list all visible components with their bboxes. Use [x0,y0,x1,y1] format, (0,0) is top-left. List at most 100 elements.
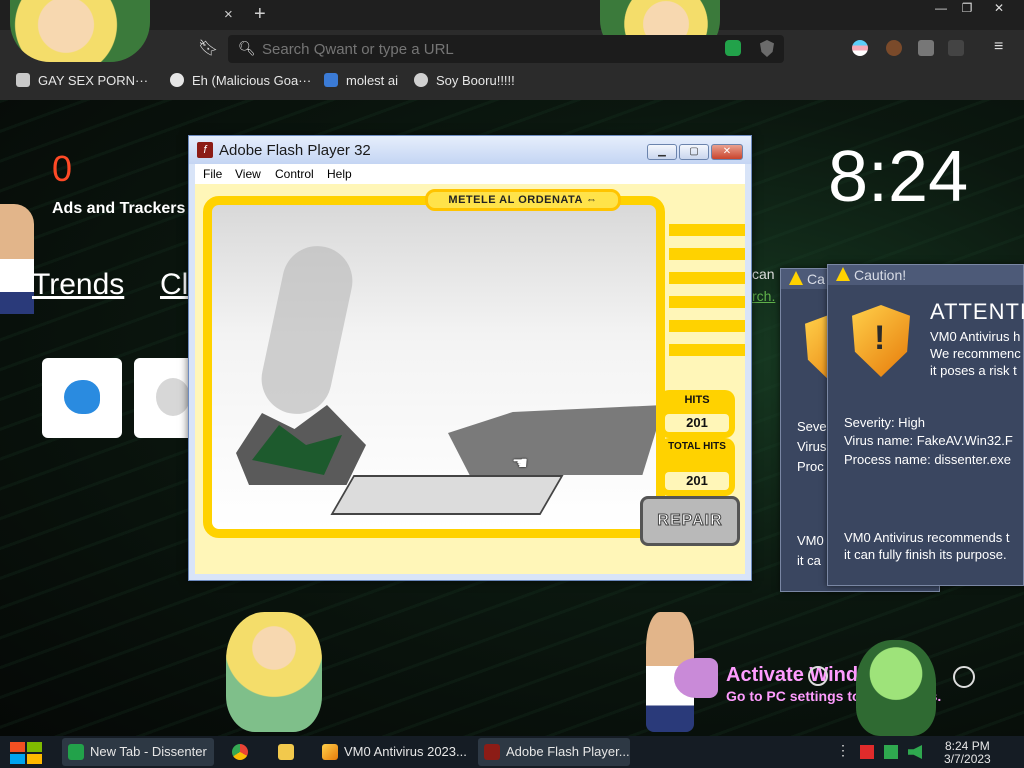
minimize-button[interactable]: ▁ [647,144,677,160]
globe-icon [170,73,184,87]
recommend-text-2: it can fully finish its purpose. [844,547,1007,562]
severity-label: Severity: High [844,415,925,430]
dissenter-icon[interactable] [725,40,741,56]
recommend-text-2: it ca [797,553,821,568]
chrome-icon [232,744,248,760]
menu-bar: File View Control Help [195,164,745,184]
folder-icon [278,744,294,760]
address-bar[interactable]: 🔍︎ [228,35,784,63]
side-text: can [752,266,775,282]
flash-stage[interactable]: ☚ METELE AL ORDENATA ⇔ HITS 201 TOTAL HI… [195,184,745,574]
menu-view[interactable]: View [235,167,261,181]
taskbar-clock[interactable]: 8:24 PM 3/7/2023 [944,740,991,766]
attention-heading: ATTENTIC [930,299,1024,324]
bookmark-item[interactable]: molest ai [324,73,398,88]
news-link[interactable]: Cl [160,268,188,302]
game-scene[interactable]: ☚ [203,196,665,538]
caution-dialog[interactable]: Caution! ! ATTENTIC VM0 Antivirus h We r… [827,264,1024,586]
shield-icon [322,744,338,760]
total-hits-label: TOTAL HITS [668,441,726,452]
total-hits-value: 201 [665,472,729,490]
process-label: Proc [797,459,824,474]
activate-windows-title: Activate Windo [726,664,871,686]
bookmark-icon[interactable]: 🔖︎ [198,38,218,58]
flash-icon [484,744,500,760]
hand-cursor-icon: ☚ [512,453,529,473]
brave-icon [16,73,30,87]
cartoon-sticker-left [10,0,150,62]
windows-logo-part [10,754,25,764]
repair-button[interactable]: REPAIR [640,496,740,546]
menu-help[interactable]: Help [327,167,352,181]
taskbar-item-flash[interactable]: Adobe Flash Player... [478,738,630,766]
settings-icon[interactable] [808,666,828,686]
severity-label: Seve [797,419,827,434]
extension-icon[interactable] [948,40,964,56]
alert-line: VM0 Antivirus h [930,329,1021,344]
flash-icon: f [197,142,213,158]
avatar-extension-icon[interactable] [886,40,902,56]
hits-label: HITS [684,394,710,406]
alert-line: it poses a risk t [930,363,1017,378]
close-button[interactable]: ✕ [984,0,1014,17]
menu-control[interactable]: Control [275,167,314,181]
recommend-text: VM0 [797,533,824,548]
tab-strip: × + — ❐ ✕ [0,0,1024,62]
side-link[interactable]: rch. [752,288,775,304]
history-icon[interactable] [953,666,975,688]
recommend-text: VM0 Antivirus recommends t [844,530,1010,545]
peridot-sticker [856,640,936,736]
clock: 8:24 [828,137,969,217]
virus-label: Virus [797,439,827,454]
soy-icon [414,73,428,87]
smoke-plume [255,239,359,421]
network-icon[interactable] [884,745,898,759]
taskbar-item-chrome[interactable] [226,738,260,766]
search-icon: 🔍︎ [238,40,256,56]
start-button[interactable] [10,742,42,764]
menu-file[interactable]: File [203,167,222,181]
ublock-icon[interactable] [918,40,934,56]
dissenter-icon [68,744,84,760]
bookmark-item[interactable]: Soy Booru!!!!! [414,73,515,88]
site-logo-icon [156,378,190,416]
url-input[interactable] [262,39,722,59]
flash-player-window[interactable]: f Adobe Flash Player 32 ▁ ▢ ✕ File View … [188,135,752,581]
close-button[interactable]: ✕ [711,144,743,160]
taskbar-item-explorer[interactable] [272,738,306,766]
tab-close-icon[interactable]: × [224,6,233,23]
hits-counter: HITS 201 [659,390,735,438]
brave-shield-icon[interactable] [760,40,774,57]
total-hits-counter: TOTAL HITS 201 [659,438,735,496]
windows-logo-part [27,742,42,752]
flag-extension-icon[interactable] [852,40,868,56]
flag-icon[interactable] [860,745,874,759]
taskbar-item-dissenter[interactable]: New Tab - Dissenter [62,738,214,766]
taskbar-item-antivirus[interactable]: VM0 Antivirus 2023... [316,738,466,766]
overflow-icon[interactable]: ⋮ [836,742,850,758]
dialog-title: Caution! [828,265,1023,285]
decorative-stripes [669,224,745,364]
bookmarks-bar: GAY SEX PORN··· Eh (Malicious Goa··· mol… [0,68,1024,96]
game-title-banner: METELE AL ORDENATA ⇔ [425,189,621,211]
key-sticker [674,658,718,698]
site-logo-icon [64,380,100,414]
window-title: Adobe Flash Player 32 [219,142,371,159]
menu-icon[interactable]: ≡ [994,38,1003,56]
hank-sticker [0,204,34,314]
maximize-button[interactable]: ▢ [679,144,709,160]
bookmark-item[interactable]: GAY SEX PORN··· [16,73,148,88]
smashed-monitor [448,405,656,475]
bookmark-item[interactable]: Eh (Malicious Goa··· [170,73,311,88]
ads-blocked-label: Ads and Trackers [52,200,186,217]
volume-icon[interactable] [908,745,922,759]
window-titlebar[interactable]: f Adobe Flash Player 32 ▁ ▢ ✕ [189,136,751,164]
trends-link[interactable]: Trends [32,268,124,302]
browser-chrome: × + — ❐ ✕ 🔖︎ 🔍︎ ≡ GAY SEX PORN··· Eh (Ma… [0,0,1024,100]
new-tab-button[interactable]: + [254,3,266,26]
taskbar: New Tab - Dissenter VM0 Antivirus 2023..… [0,736,1024,768]
virus-name-label: Virus name: FakeAV.Win32.F [844,433,1013,448]
taskbar-date: 3/7/2023 [944,752,991,766]
top-site-tile[interactable] [42,358,122,438]
maximize-button[interactable]: ❐ [952,0,982,17]
